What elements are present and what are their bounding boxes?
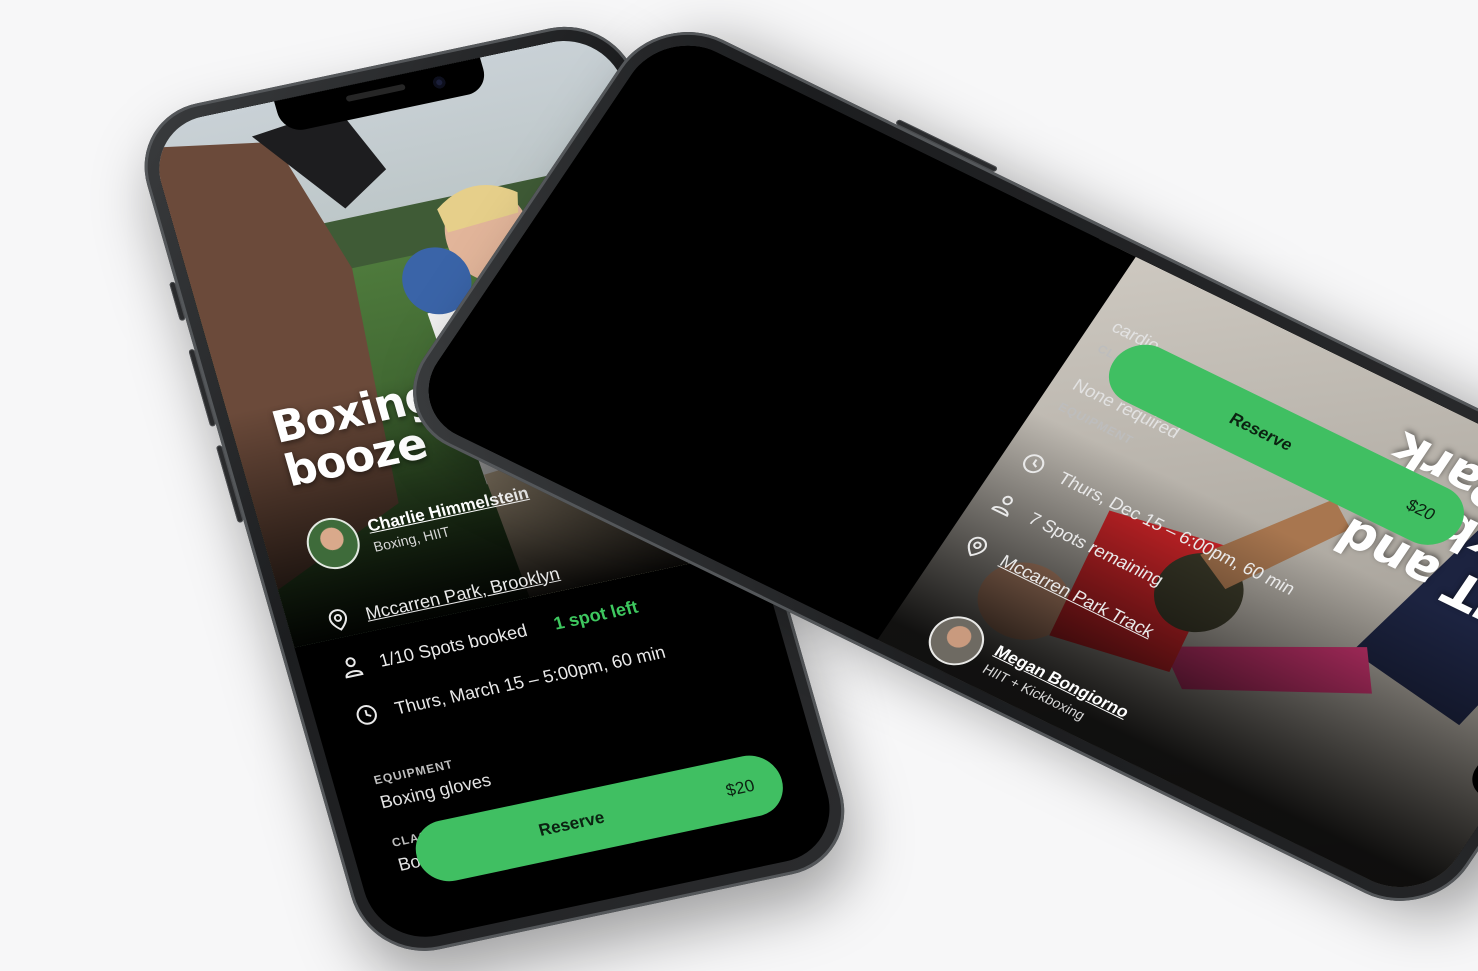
reserve-button[interactable]: Reserve $20: [408, 749, 791, 887]
spots-text: 1/10 Spots booked: [376, 619, 530, 671]
camera-icon: [431, 75, 447, 90]
spots-left-badge: 1 spot left: [551, 596, 641, 634]
clock-icon: [356, 705, 377, 725]
person-icon: [345, 657, 364, 679]
price-label: $20: [723, 775, 757, 801]
mockup-stage: Boxing and booze Charlie Himmelstein Box…: [0, 0, 1478, 971]
phone-left-button: [168, 281, 186, 322]
